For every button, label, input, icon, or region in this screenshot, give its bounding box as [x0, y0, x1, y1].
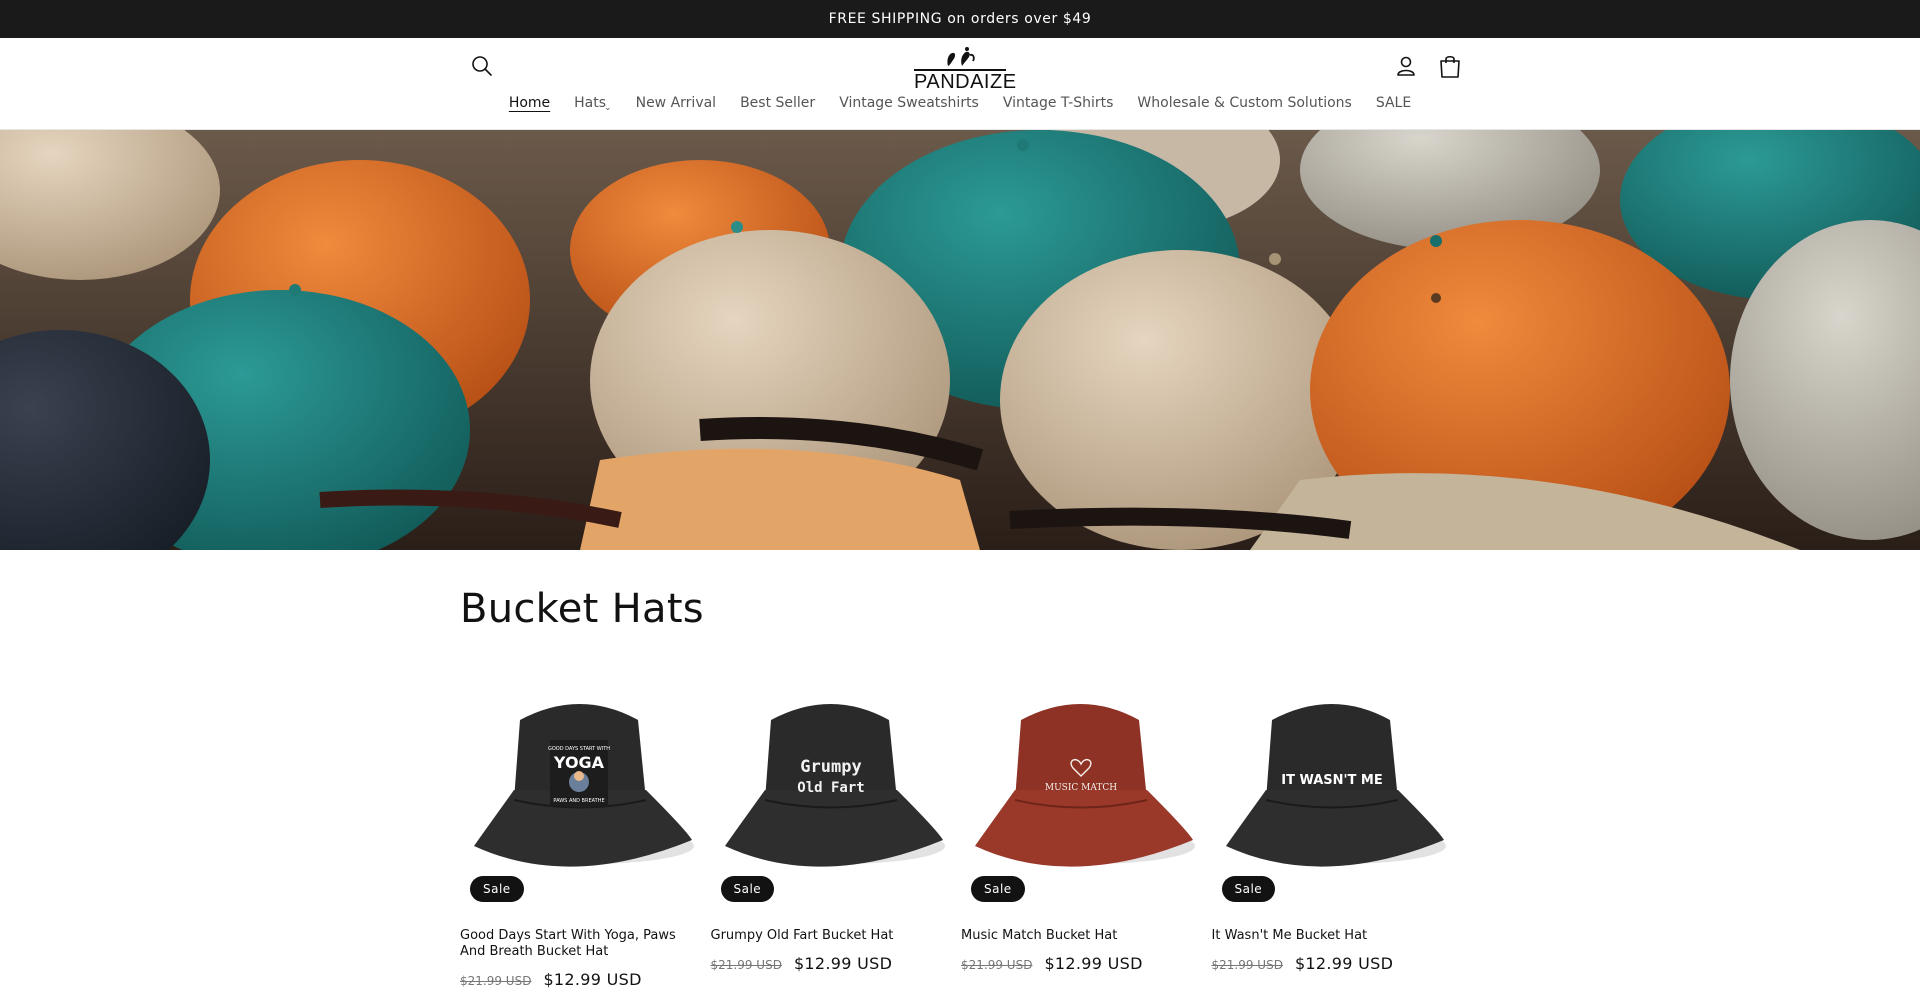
product-image[interactable]: GOOD DAYS START WITH YOGA PAWS AND BREAT… [460, 690, 700, 910]
compare-at-price: $21.99 USD [961, 958, 1033, 972]
product-price: $21.99 USD $12.99 USD [460, 970, 711, 989]
nav-item-hats[interactable]: Hats⌄ [562, 95, 623, 113]
sale-badge: Sale [971, 876, 1025, 902]
sale-badge: Sale [720, 876, 775, 902]
hero-banner-image [0, 130, 1920, 550]
hat-print-text-bottom: PAWS AND BREATHE [553, 798, 604, 804]
account-icon[interactable] [1393, 53, 1419, 79]
site-header: PANDAIZE Home Hats⌄ New Arrival Best Sel… [0, 38, 1920, 130]
chevron-down-icon: ⌄ [604, 103, 612, 113]
product-card[interactable]: IT WASN'T ME Sale It Wasn't Me Bucket Ha… [1212, 690, 1463, 989]
search-icon[interactable] [469, 53, 495, 79]
sale-price: $12.99 USD [793, 954, 893, 973]
cart-icon[interactable] [1437, 52, 1463, 80]
nav-item-wholesale-custom-solutions[interactable]: Wholesale & Custom Solutions [1125, 95, 1363, 111]
product-title[interactable]: Grumpy Old Fart Bucket Hat [711, 928, 947, 944]
product-price: $21.99 USD $12.99 USD [711, 954, 962, 973]
nav-item-new-arrival[interactable]: New Arrival [624, 95, 728, 111]
sale-badge: Sale [470, 876, 524, 902]
product-image[interactable]: IT WASN'T ME Sale [1212, 690, 1452, 910]
sale-price: $12.99 USD [1294, 954, 1394, 973]
announcement-bar: FREE SHIPPING on orders over $49 [0, 0, 1920, 38]
nav-item-sale[interactable]: SALE [1364, 95, 1423, 111]
panda-logo-icon [947, 47, 975, 66]
product-title[interactable]: Music Match Bucket Hat [961, 928, 1197, 944]
product-image[interactable]: Grumpy Old Fart Sale [711, 690, 951, 910]
logo-text: PANDAIZE [914, 69, 1017, 93]
sale-price: $12.99 USD [543, 970, 642, 989]
sale-price: $12.99 USD [1044, 954, 1143, 973]
nav-item-hats-label: Hats [574, 95, 607, 111]
main-navigation: Home Hats⌄ New Arrival Best Seller Vinta… [0, 95, 1920, 113]
hat-print-text: Grumpy [800, 757, 861, 777]
compare-at-price: $21.99 USD [460, 974, 532, 988]
product-title[interactable]: Good Days Start With Yoga, Paws And Brea… [460, 928, 696, 960]
product-card[interactable]: MUSIC MATCH Sale Music Match Bucket Hat … [961, 690, 1212, 989]
compare-at-price: $21.99 USD [710, 958, 782, 972]
sale-badge: Sale [1221, 876, 1276, 902]
hat-print-text: YOGA [553, 753, 605, 772]
hat-print-text: MUSIC MATCH [1045, 783, 1117, 793]
store-logo[interactable]: PANDAIZE [910, 46, 1017, 94]
nav-item-vintage-sweatshirts[interactable]: Vintage Sweatshirts [827, 95, 991, 111]
compare-at-price: $21.99 USD [1211, 958, 1283, 972]
collection-title: Bucket Hats [460, 586, 704, 632]
hat-print-text-top: GOOD DAYS START WITH [548, 746, 610, 752]
announcement-text: FREE SHIPPING on orders over $49 [828, 11, 1092, 27]
nav-item-best-seller[interactable]: Best Seller [728, 95, 827, 111]
product-price: $21.99 USD $12.99 USD [1212, 954, 1463, 973]
hat-print-subtext: Old Fart [797, 780, 864, 796]
product-grid: GOOD DAYS START WITH YOGA PAWS AND BREAT… [460, 690, 1462, 989]
product-title[interactable]: It Wasn't Me Bucket Hat [1212, 928, 1448, 944]
product-image[interactable]: MUSIC MATCH Sale [961, 690, 1201, 910]
product-price: $21.99 USD $12.99 USD [961, 954, 1212, 973]
nav-item-vintage-t-shirts[interactable]: Vintage T-Shirts [991, 95, 1126, 111]
hat-print-text: IT WASN'T ME [1281, 773, 1382, 788]
product-card[interactable]: Grumpy Old Fart Sale Grumpy Old Fart Buc… [711, 690, 962, 989]
nav-item-home[interactable]: Home [497, 95, 562, 111]
product-card[interactable]: GOOD DAYS START WITH YOGA PAWS AND BREAT… [460, 690, 711, 989]
